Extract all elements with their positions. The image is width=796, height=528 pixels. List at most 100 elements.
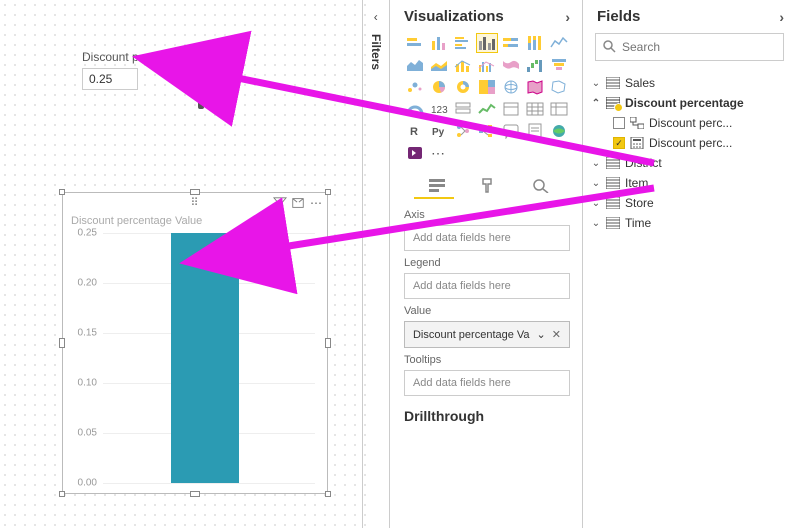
- filled-map-icon[interactable]: [524, 77, 546, 97]
- scatter-icon[interactable]: [404, 77, 426, 97]
- paginated-report-icon[interactable]: [524, 121, 546, 141]
- waterfall-icon[interactable]: [524, 55, 546, 75]
- value-well[interactable]: Discount percentage Va ⌄ ✕: [404, 321, 570, 348]
- field-node-discount-value[interactable]: Discount perc...: [589, 133, 790, 153]
- stacked-column-icon[interactable]: [428, 33, 450, 53]
- slicer-label: Discount percentage: [82, 50, 192, 64]
- chevron-down-icon: ⌄: [591, 178, 601, 189]
- chevron-left-icon: ‹: [374, 10, 378, 24]
- axis-well-label: Axis: [404, 209, 570, 221]
- visual-title: Discount percentage Value: [63, 213, 327, 229]
- resize-handle[interactable]: [325, 491, 331, 497]
- resize-handle[interactable]: [59, 189, 65, 195]
- svg-text:123: 123: [431, 105, 448, 116]
- filters-label: Filters: [369, 34, 383, 70]
- table-icon: [606, 197, 620, 209]
- hierarchy-icon: [630, 117, 644, 129]
- table-node-item[interactable]: ⌄ Item: [589, 173, 790, 193]
- remove-field-icon[interactable]: ✕: [552, 328, 561, 341]
- search-input[interactable]: [622, 40, 777, 54]
- field-checkbox[interactable]: [613, 117, 625, 129]
- resize-handle[interactable]: [325, 189, 331, 195]
- drillthrough-header: Drillthrough: [390, 398, 582, 430]
- shape-map-icon[interactable]: [548, 77, 570, 97]
- axis-well[interactable]: Add data fields here: [404, 225, 570, 251]
- card-icon[interactable]: 123: [428, 99, 450, 119]
- legend-well[interactable]: Add data fields here: [404, 273, 570, 299]
- resize-handle[interactable]: [190, 189, 200, 195]
- decomposition-tree-icon[interactable]: [476, 121, 498, 141]
- bar[interactable]: [171, 233, 239, 483]
- tooltips-well[interactable]: Add data fields here: [404, 370, 570, 396]
- chevron-right-icon[interactable]: ›: [565, 9, 570, 25]
- line-chart-icon[interactable]: [548, 33, 570, 53]
- field-node-discount-perc[interactable]: Discount perc...: [589, 113, 790, 133]
- field-checkbox-checked[interactable]: [613, 137, 625, 149]
- slider-handle[interactable]: [198, 95, 204, 109]
- arcgis-map-icon[interactable]: [548, 121, 570, 141]
- r-visual-icon[interactable]: R: [404, 121, 426, 141]
- chevron-down-icon: ⌄: [591, 158, 601, 169]
- table-icon[interactable]: [524, 99, 546, 119]
- stacked-bar-100-icon[interactable]: [500, 33, 522, 53]
- fields-tab-icon[interactable]: [424, 175, 450, 195]
- drag-handle-icon[interactable]: ⠿: [190, 196, 199, 209]
- chevron-right-icon[interactable]: ›: [779, 9, 784, 25]
- visualizations-header: Visualizations: [404, 8, 504, 25]
- resize-handle[interactable]: [59, 338, 65, 348]
- python-visual-icon[interactable]: Py: [428, 121, 450, 141]
- line-clustered-column-icon[interactable]: [476, 55, 498, 75]
- fields-search[interactable]: [595, 33, 784, 61]
- chevron-down-icon: ⌄: [591, 218, 601, 229]
- report-canvas[interactable]: Discount percentage 0.25 ⠿ ⋯ Discount pe…: [0, 0, 363, 528]
- map-icon[interactable]: [500, 77, 522, 97]
- analytics-tab-icon[interactable]: [528, 175, 554, 195]
- resize-handle[interactable]: [325, 338, 331, 348]
- resize-handle[interactable]: [190, 491, 200, 497]
- table-icon: [606, 77, 620, 89]
- visualizations-pane: Visualizations ›: [390, 0, 583, 528]
- table-icon: [606, 177, 620, 189]
- focus-mode-icon[interactable]: [291, 196, 305, 210]
- treemap-icon[interactable]: [476, 77, 498, 97]
- calculator-icon: [630, 137, 644, 149]
- kpi-icon[interactable]: [476, 99, 498, 119]
- pie-icon[interactable]: [428, 77, 450, 97]
- qna-icon[interactable]: [500, 121, 522, 141]
- bar-chart-visual[interactable]: ⠿ ⋯ Discount percentage Value 0.000.050.…: [62, 192, 328, 494]
- get-more-visuals-icon[interactable]: ⋯: [428, 143, 450, 163]
- ribbon-chart-icon[interactable]: [500, 55, 522, 75]
- stacked-column-100-icon[interactable]: [524, 33, 546, 53]
- power-apps-icon[interactable]: [404, 143, 426, 163]
- clustered-column-icon[interactable]: [476, 33, 498, 53]
- slicer-visual[interactable]: Discount percentage 0.25: [82, 50, 192, 90]
- clustered-bar-icon[interactable]: [452, 33, 474, 53]
- matrix-icon[interactable]: [548, 99, 570, 119]
- stacked-area-icon[interactable]: [428, 55, 450, 75]
- line-stacked-column-icon[interactable]: [452, 55, 474, 75]
- chevron-up-icon: ⌃: [591, 98, 601, 109]
- table-node-store[interactable]: ⌄ Store: [589, 193, 790, 213]
- filter-icon[interactable]: [273, 196, 287, 210]
- format-tab-icon[interactable]: [476, 175, 502, 195]
- table-node-discount-percentage[interactable]: ⌃ Discount percentage: [589, 93, 790, 113]
- table-node-district[interactable]: ⌄ District: [589, 153, 790, 173]
- more-options-icon[interactable]: ⋯: [309, 196, 323, 210]
- tooltips-well-label: Tooltips: [404, 354, 570, 366]
- area-chart-icon[interactable]: [404, 55, 426, 75]
- slicer-icon[interactable]: [500, 99, 522, 119]
- chevron-down-icon: ⌄: [591, 78, 601, 89]
- gauge-icon[interactable]: [404, 99, 426, 119]
- table-icon: [606, 217, 620, 229]
- resize-handle[interactable]: [59, 491, 65, 497]
- stacked-bar-icon[interactable]: [404, 33, 426, 53]
- key-influencers-icon[interactable]: [452, 121, 474, 141]
- chevron-down-icon[interactable]: ⌄: [537, 328, 546, 341]
- table-node-time[interactable]: ⌄ Time: [589, 213, 790, 233]
- table-node-sales[interactable]: ⌄ Sales: [589, 73, 790, 93]
- slicer-value-input[interactable]: 0.25: [82, 68, 138, 90]
- table-icon: [606, 97, 620, 109]
- multi-row-card-icon[interactable]: [452, 99, 474, 119]
- donut-icon[interactable]: [452, 77, 474, 97]
- funnel-icon[interactable]: [548, 55, 570, 75]
